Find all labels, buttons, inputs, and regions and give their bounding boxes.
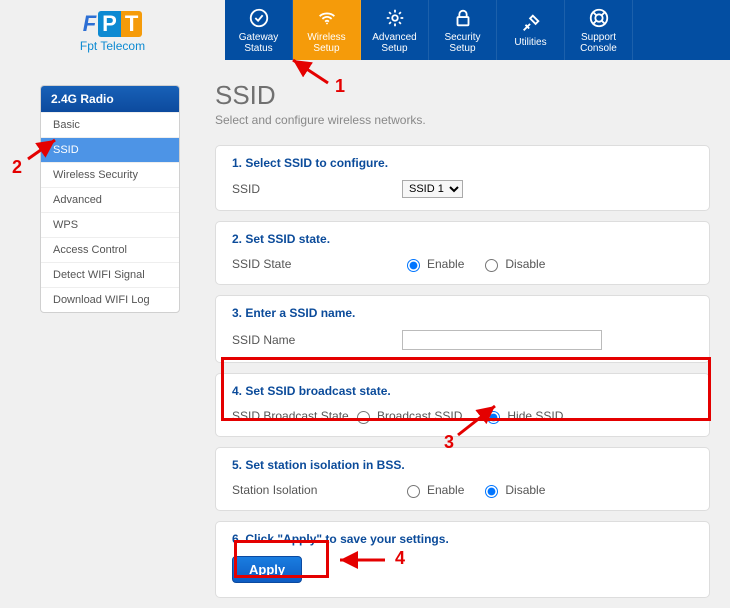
row-station-isolation: Station Isolation Enable Disable [232, 482, 693, 498]
brand-p: P [98, 11, 121, 37]
radio-label: Disable [505, 483, 545, 497]
field-label: SSID Name [232, 333, 402, 347]
field-label: Station Isolation [232, 483, 402, 497]
page-description: Select and configure wireless networks. [215, 113, 710, 127]
nav-label2: Setup [449, 43, 475, 54]
ssid-state-enable-radio[interactable] [407, 259, 420, 272]
brand-logo: F P T Fpt Telecom [0, 0, 225, 60]
card-title: 3. Enter a SSID name. [232, 306, 693, 320]
nav-gateway-status[interactable]: Gateway Status [225, 0, 293, 60]
radio-label: Hide SSID [507, 409, 563, 423]
nav-utilities[interactable]: Utilities [497, 0, 565, 60]
wifi-icon [316, 7, 338, 29]
row-ssid-name: SSID Name [232, 330, 693, 350]
page-title: SSID [215, 80, 710, 111]
apply-button[interactable]: Apply [232, 556, 302, 583]
card-title: 4. Set SSID broadcast state. [232, 384, 693, 398]
nav-label: Support [581, 32, 616, 43]
sidebar-item-download-log[interactable]: Download WIFI Log [41, 287, 179, 312]
nav-label2: Setup [313, 43, 339, 54]
ssid-name-input[interactable] [402, 330, 602, 350]
row-broadcast-state: SSID Broadcast State Broadcast SSID Hide… [232, 408, 693, 424]
ssid-dropdown[interactable]: SSID 1 [402, 180, 463, 198]
brand-tagline: Fpt Telecom [80, 39, 145, 53]
card-apply: 6. Click "Apply" to save your settings. … [215, 521, 710, 598]
main-content: SSID Select and configure wireless netwo… [215, 80, 710, 608]
radio-label: Enable [427, 257, 464, 271]
top-nav: Gateway Status Wireless Setup Advanced S… [225, 0, 730, 60]
card-ssid-name: 3. Enter a SSID name. SSID Name [215, 295, 710, 363]
lock-icon [452, 7, 474, 29]
nav-security-setup[interactable]: Security Setup [429, 0, 497, 60]
card-title: 5. Set station isolation in BSS. [232, 458, 693, 472]
brand-t: T [121, 11, 142, 37]
nav-label2: Status [244, 43, 272, 54]
sidebar-item-advanced[interactable]: Advanced [41, 187, 179, 212]
sidebar: 2.4G Radio Basic SSID Wireless Security … [40, 85, 180, 313]
card-select-ssid: 1. Select SSID to configure. SSID SSID 1 [215, 145, 710, 211]
nav-label: Advanced [372, 32, 416, 43]
ssid-state-disable-radio[interactable] [485, 259, 498, 272]
nav-label: Wireless [307, 32, 345, 43]
broadcast-ssid-radio[interactable] [357, 411, 370, 424]
nav-advanced-setup[interactable]: Advanced Setup [361, 0, 429, 60]
isolation-enable-radio[interactable] [407, 485, 420, 498]
nav-label2: Setup [381, 43, 407, 54]
radio-label: Broadcast SSID [377, 409, 462, 423]
card-title: 2. Set SSID state. [232, 232, 693, 246]
sidebar-item-wps[interactable]: WPS [41, 212, 179, 237]
sidebar-item-access-control[interactable]: Access Control [41, 237, 179, 262]
field-label: SSID State [232, 257, 402, 271]
brand-f: F [83, 11, 96, 37]
hide-ssid-radio[interactable] [487, 411, 500, 424]
nav-wireless-setup[interactable]: Wireless Setup [293, 0, 361, 60]
card-station-isolation: 5. Set station isolation in BSS. Station… [215, 447, 710, 511]
check-circle-icon [248, 7, 270, 29]
field-label: SSID [232, 182, 402, 196]
sidebar-heading: 2.4G Radio [41, 86, 179, 112]
nav-label: Gateway [239, 32, 278, 43]
row-ssid-select: SSID SSID 1 [232, 180, 693, 198]
sidebar-item-basic[interactable]: Basic [41, 112, 179, 137]
tools-icon [520, 12, 542, 34]
isolation-disable-radio[interactable] [485, 485, 498, 498]
gear-icon [384, 7, 406, 29]
brand-mark: F P T [83, 11, 143, 37]
card-ssid-state: 2. Set SSID state. SSID State Enable Dis… [215, 221, 710, 285]
nav-label: Security [444, 32, 480, 43]
page-body: 2.4G Radio Basic SSID Wireless Security … [0, 60, 730, 608]
card-broadcast-state: 4. Set SSID broadcast state. SSID Broadc… [215, 373, 710, 437]
radio-label: Enable [427, 483, 464, 497]
nav-label: Utilities [514, 37, 546, 48]
card-title: 1. Select SSID to configure. [232, 156, 693, 170]
nav-support-console[interactable]: Support Console [565, 0, 633, 60]
sidebar-item-wireless-security[interactable]: Wireless Security [41, 162, 179, 187]
sidebar-item-ssid[interactable]: SSID [41, 137, 179, 162]
life-ring-icon [588, 7, 610, 29]
header: F P T Fpt Telecom Gateway Status Wireles… [0, 0, 730, 60]
nav-label2: Console [580, 43, 617, 54]
card-title: 6. Click "Apply" to save your settings. [232, 532, 693, 546]
row-ssid-state: SSID State Enable Disable [232, 256, 693, 272]
radio-label: Disable [505, 257, 545, 271]
sidebar-item-detect-wifi[interactable]: Detect WIFI Signal [41, 262, 179, 287]
